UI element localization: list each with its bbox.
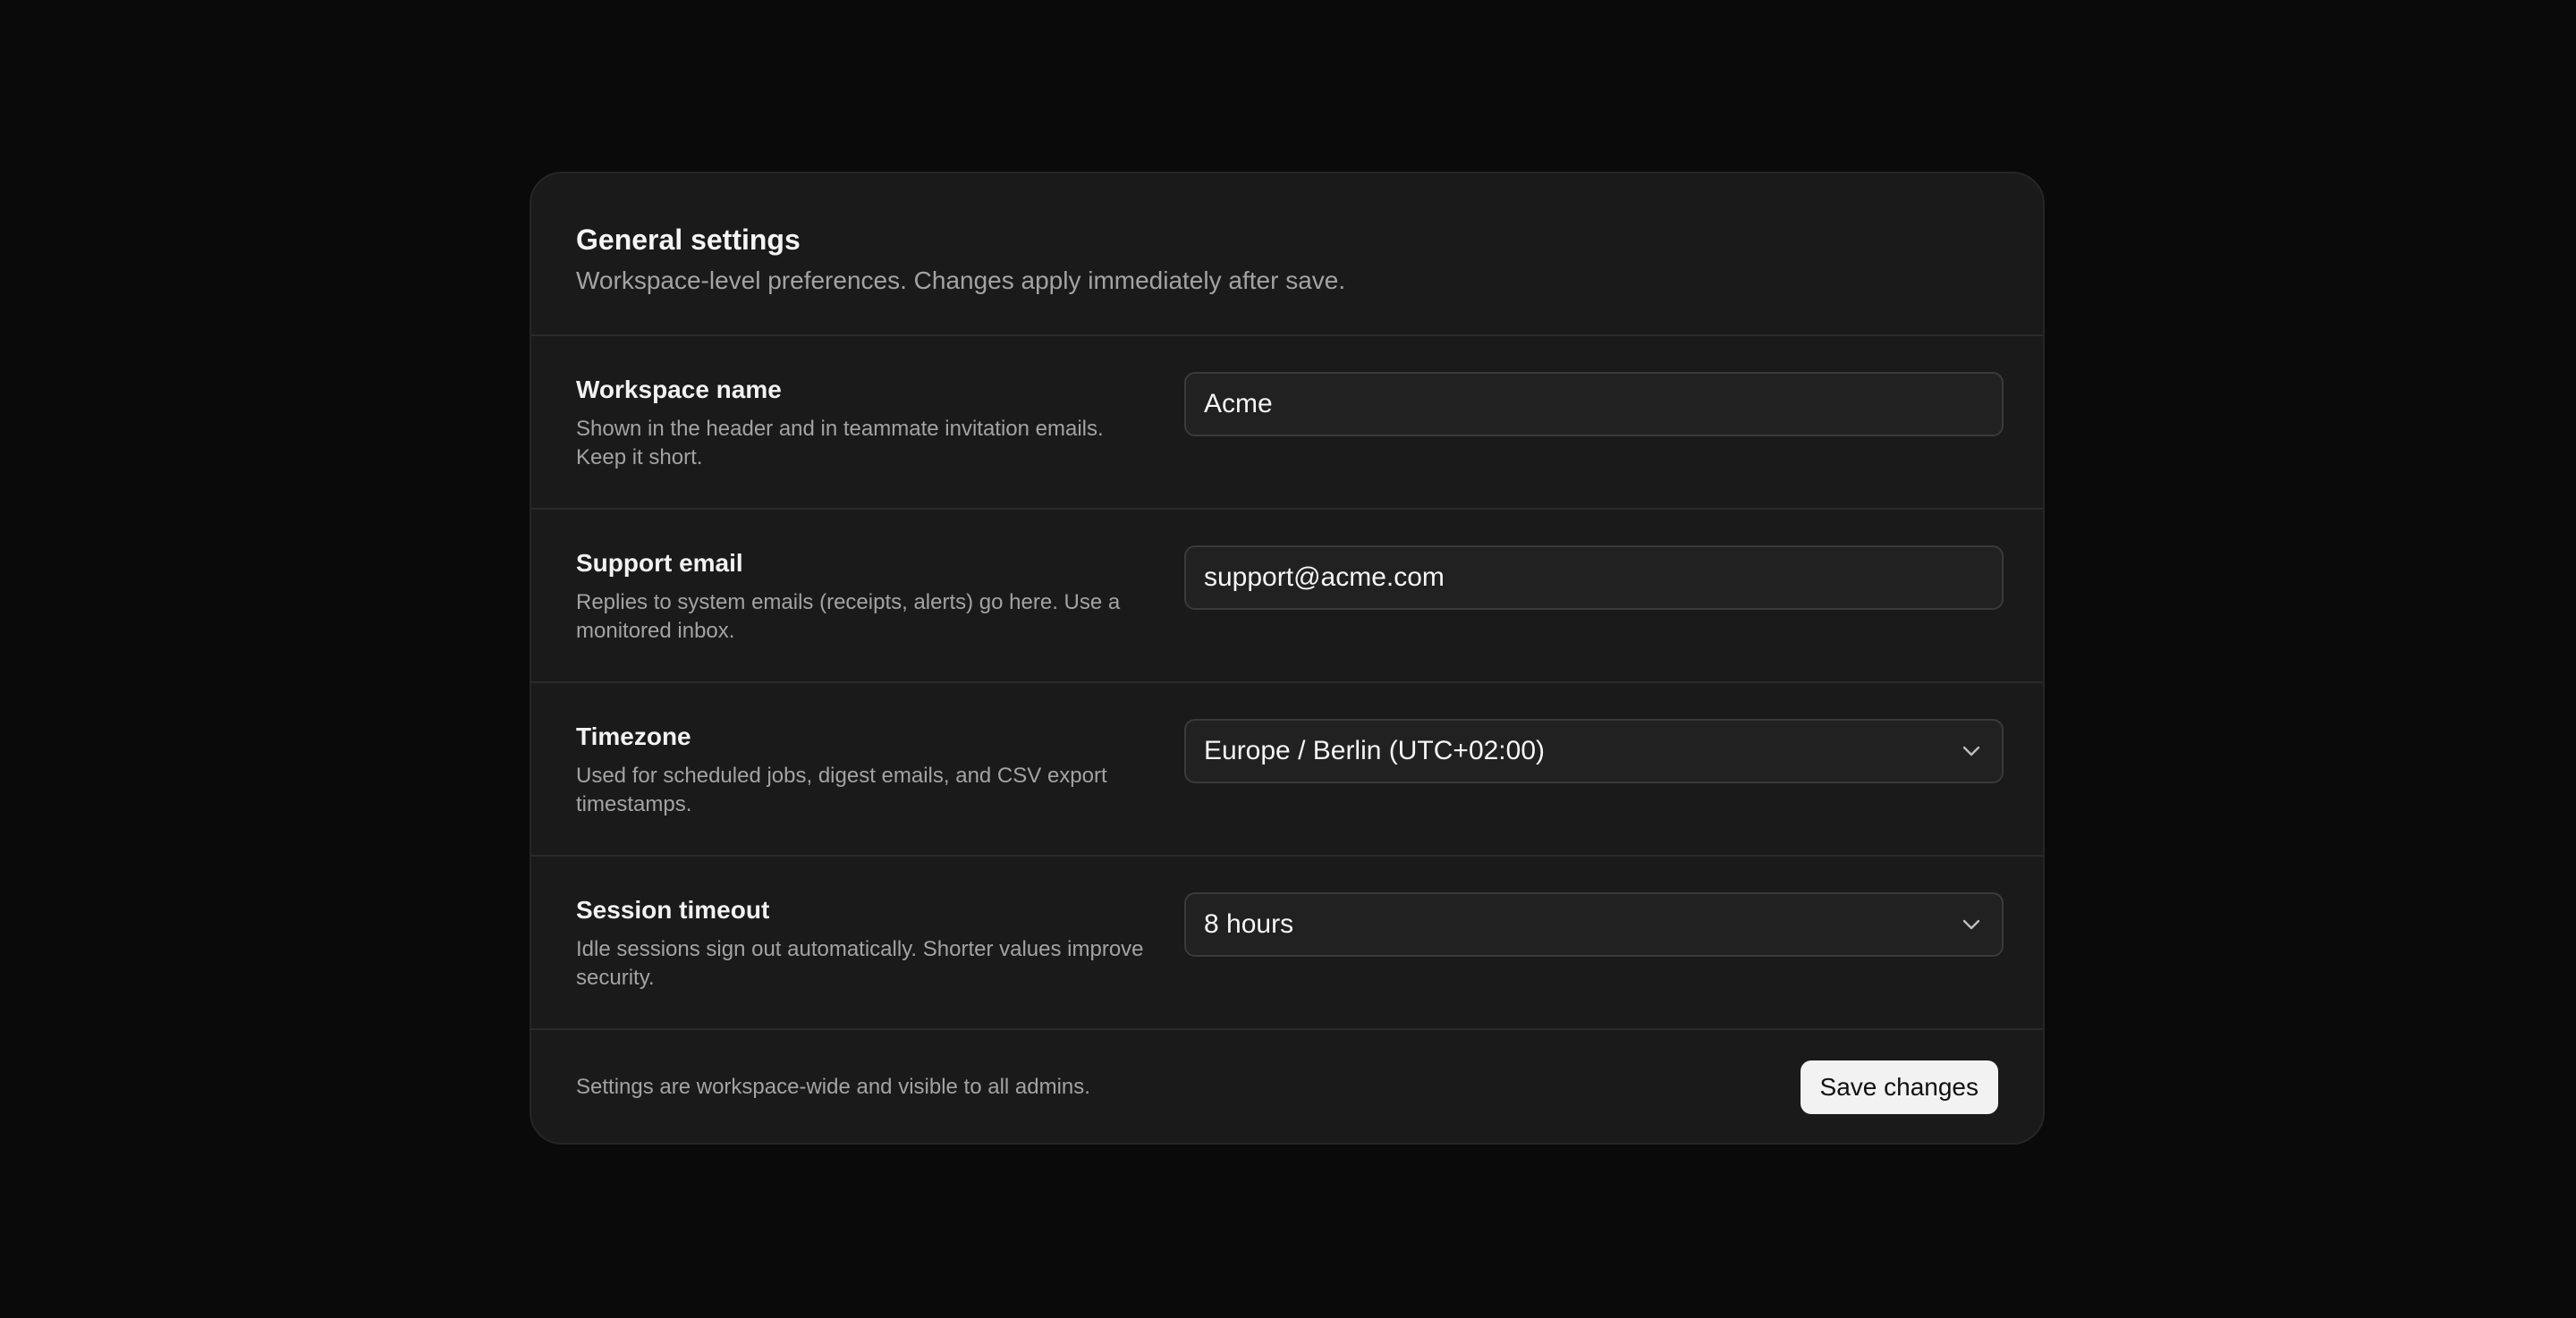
card-header: General settings Workspace-level prefere… — [531, 173, 2043, 336]
workspace-name-row: Workspace name Shown in the header and i… — [531, 336, 2043, 510]
workspace-name-help: Shown in the header and in teammate invi… — [576, 417, 1104, 469]
session-timeout-text: Session timeout Idle sessions sign out a… — [576, 894, 1157, 993]
session-timeout-label: Session timeout — [576, 896, 770, 924]
support-email-row: Support email Replies to system emails (… — [531, 510, 2043, 683]
timezone-selected-value: Europe / Berlin (UTC+02:00) — [1204, 736, 1546, 765]
footer-note: Settings are workspace-wide and visible … — [576, 1075, 1090, 1099]
workspace-name-text: Workspace name Shown in the header and i… — [576, 374, 1157, 472]
support-email-text: Support email Replies to system emails (… — [576, 547, 1157, 646]
page-title: General settings — [576, 224, 801, 256]
session-timeout-help: Idle sessions sign out automatically. Sh… — [576, 937, 1144, 990]
support-email-help: Replies to system emails (receipts, aler… — [576, 590, 1121, 643]
chevron-down-icon — [1959, 912, 1984, 937]
session-timeout-selected-value: 8 hours — [1204, 909, 1294, 939]
card-footer: Settings are workspace-wide and visible … — [531, 1030, 2043, 1143]
timezone-row: Timezone Used for scheduled jobs, digest… — [531, 683, 2043, 857]
timezone-text: Timezone Used for scheduled jobs, digest… — [576, 721, 1157, 819]
support-email-label: Support email — [576, 549, 743, 577]
workspace-name-input[interactable] — [1184, 372, 2004, 436]
chevron-down-icon — [1959, 739, 1984, 764]
session-timeout-row: Session timeout Idle sessions sign out a… — [531, 857, 2043, 1030]
save-changes-button[interactable]: Save changes — [1800, 1060, 1998, 1114]
support-email-input[interactable] — [1184, 545, 2004, 610]
session-timeout-select[interactable]: 8 hours — [1184, 892, 2004, 957]
general-settings-card: General settings Workspace-level prefere… — [530, 172, 2045, 1145]
timezone-select[interactable]: Europe / Berlin (UTC+02:00) — [1184, 719, 2004, 783]
timezone-label: Timezone — [576, 722, 691, 750]
page-subtitle: Workspace-level preferences. Changes app… — [576, 266, 1346, 294]
timezone-help: Used for scheduled jobs, digest emails, … — [576, 764, 1107, 816]
workspace-name-label: Workspace name — [576, 376, 782, 403]
